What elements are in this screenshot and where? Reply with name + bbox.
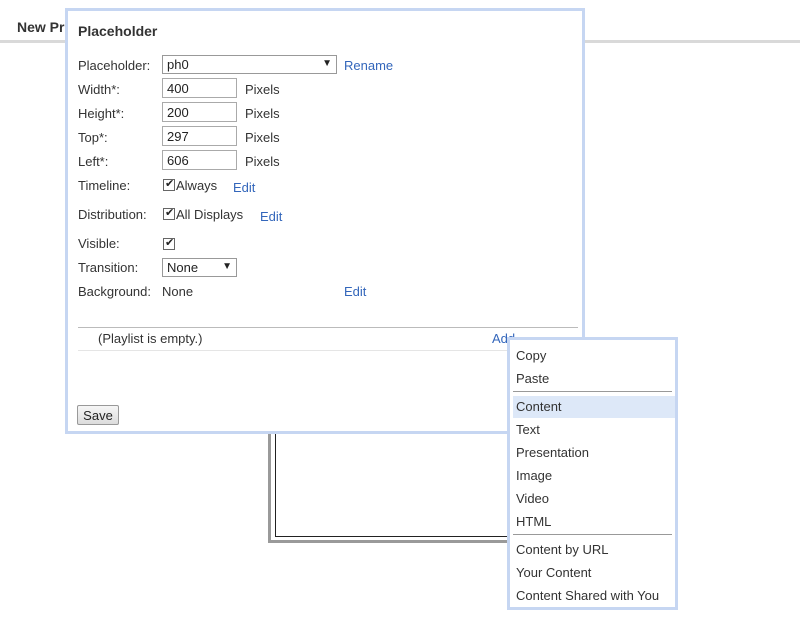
- transition-label: Transition:: [78, 260, 139, 275]
- width-unit: Pixels: [245, 82, 280, 97]
- playlist-row: (Playlist is empty.) Add: [78, 328, 578, 351]
- visible-checkbox[interactable]: ✔: [163, 237, 175, 250]
- height-label: Height*:: [78, 106, 125, 121]
- timeline-edit-link[interactable]: Edit: [233, 180, 255, 195]
- menu-separator: [513, 391, 672, 392]
- layout-canvas: [268, 432, 518, 543]
- chevron-down-icon: ▼: [322, 58, 332, 69]
- menu-item-html[interactable]: HTML: [513, 511, 675, 533]
- checkmark-icon: ✔: [165, 237, 175, 249]
- top-unit: Pixels: [245, 130, 280, 145]
- placeholder-region[interactable]: [275, 432, 513, 537]
- height-input[interactable]: [162, 102, 237, 122]
- menu-separator: [513, 534, 672, 535]
- menu-item-content-by-url[interactable]: Content by URL: [513, 539, 675, 561]
- top-input[interactable]: [162, 126, 237, 146]
- background-label: Background:: [78, 284, 151, 299]
- page-tab-title[interactable]: New Pr: [17, 19, 64, 35]
- distribution-checkbox[interactable]: ✔: [163, 207, 175, 220]
- menu-item-video[interactable]: Video: [513, 488, 675, 510]
- background-value: None: [162, 284, 194, 299]
- menu-item-your-content[interactable]: Your Content: [513, 562, 675, 584]
- height-unit: Pixels: [245, 106, 280, 121]
- left-unit: Pixels: [245, 154, 280, 169]
- top-label: Top*:: [78, 130, 108, 145]
- rename-link[interactable]: Rename: [344, 58, 393, 73]
- chevron-down-icon: ▼: [222, 261, 232, 272]
- visible-label: Visible:: [78, 236, 120, 251]
- timeline-checkbox[interactable]: ✔: [163, 178, 175, 191]
- timeline-label: Timeline:: [78, 178, 131, 193]
- checkmark-icon: ✔: [165, 178, 175, 190]
- dialog-title: Placeholder: [78, 23, 158, 39]
- transition-select-value: None: [167, 260, 199, 275]
- distribution-edit-link[interactable]: Edit: [260, 209, 282, 224]
- menu-item-content-shared[interactable]: Content Shared with You: [513, 585, 675, 607]
- left-label: Left*:: [78, 154, 109, 169]
- menu-item-text[interactable]: Text: [513, 419, 675, 441]
- menu-item-paste[interactable]: Paste: [513, 368, 675, 390]
- width-input[interactable]: [162, 78, 237, 98]
- playlist-empty-text: (Playlist is empty.): [98, 331, 203, 346]
- distribution-option: All Displays: [176, 207, 244, 222]
- menu-item-image[interactable]: Image: [513, 465, 675, 487]
- placeholder-select-value: ph0: [167, 57, 189, 72]
- background-edit-link[interactable]: Edit: [344, 284, 366, 299]
- width-label: Width*:: [78, 82, 120, 97]
- menu-item-presentation[interactable]: Presentation: [513, 442, 675, 464]
- save-button[interactable]: Save: [77, 405, 119, 425]
- placeholder-select[interactable]: ph0 ▼: [162, 55, 337, 74]
- transition-select[interactable]: None ▼: [162, 258, 237, 277]
- left-input[interactable]: [162, 150, 237, 170]
- distribution-label: Distribution:: [78, 207, 147, 222]
- checkmark-icon: ✔: [165, 207, 175, 219]
- add-context-menu: Copy Paste Content Text Presentation Ima…: [507, 337, 678, 610]
- timeline-option: Always: [176, 178, 218, 193]
- menu-item-content[interactable]: Content: [513, 396, 675, 418]
- placeholder-label: Placeholder:: [78, 58, 151, 73]
- menu-item-copy[interactable]: Copy: [513, 345, 675, 367]
